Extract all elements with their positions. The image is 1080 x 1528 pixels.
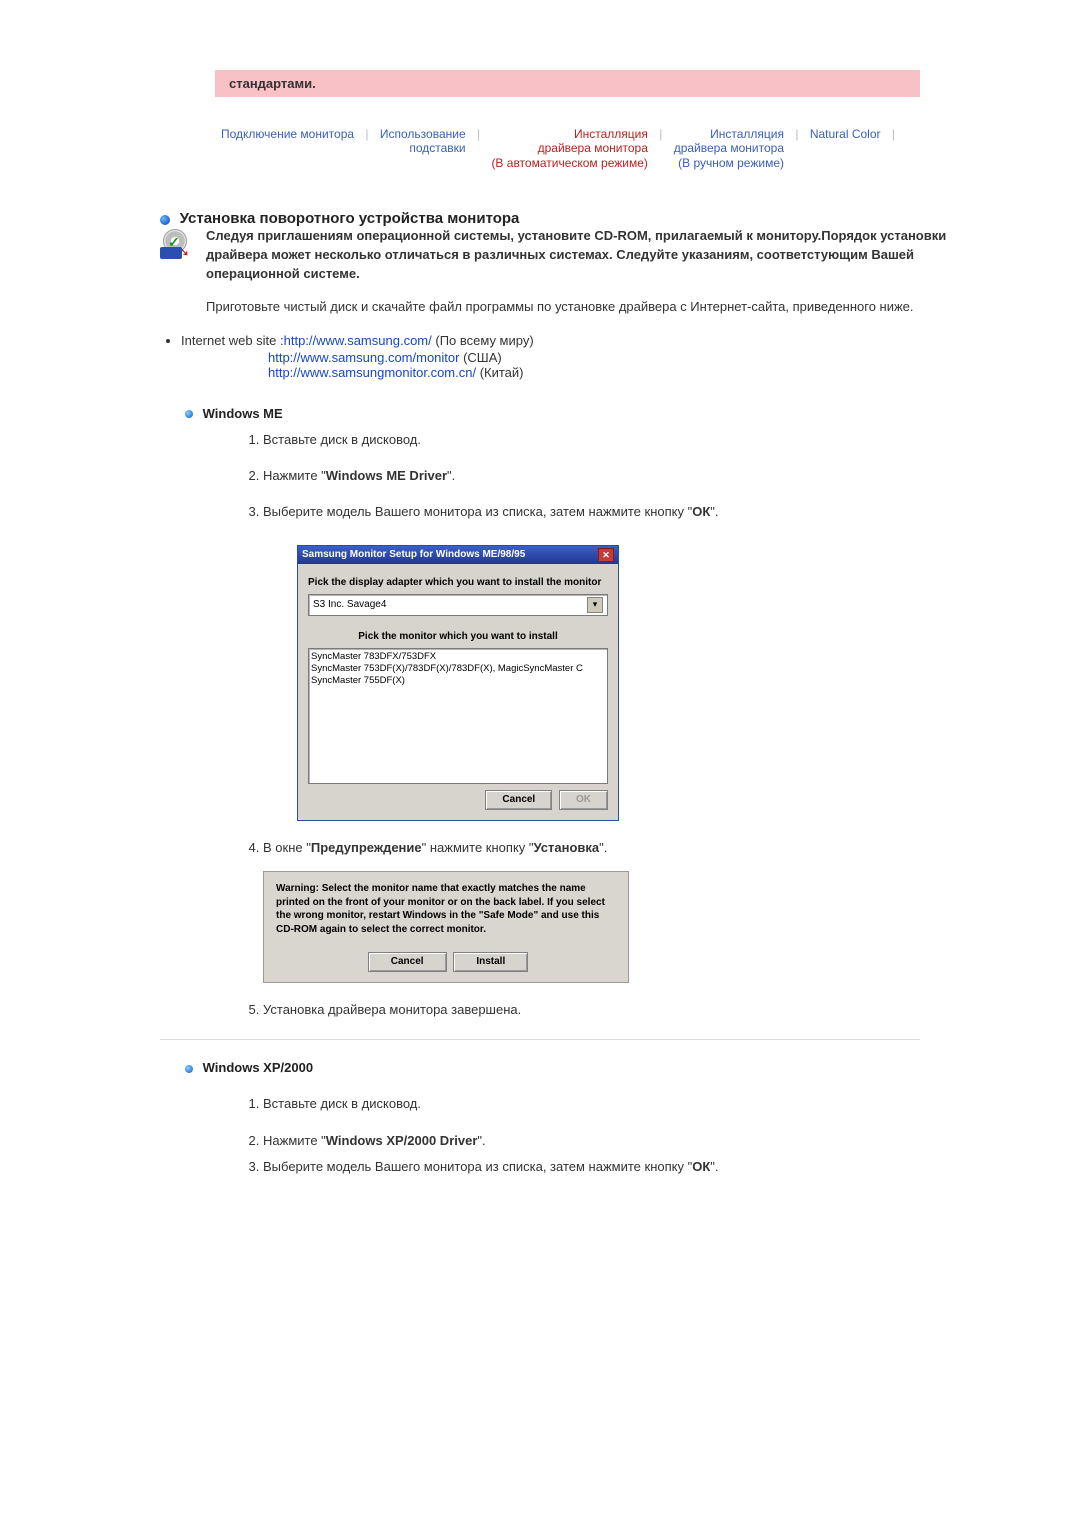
win-xp-steps: Вставьте диск в дисковод. Нажмите "Windo…	[235, 1095, 965, 1176]
tab-stand[interactable]: Использование подставки	[374, 127, 472, 156]
nav-sep: |	[475, 127, 482, 141]
install-icon-cell: ✓ ➘	[160, 227, 206, 316]
list-item: Выберите модель Вашего монитора из списк…	[263, 1158, 965, 1176]
win-me-steps: Вставьте диск в дисковод. Нажмите "Windo…	[235, 431, 965, 1020]
section-divider	[160, 1039, 920, 1040]
list-item: Вставьте диск в дисковод.	[263, 1095, 965, 1113]
monitor-listbox[interactable]: SyncMaster 783DFX/753DFX SyncMaster 753D…	[308, 648, 608, 784]
tab-nav: Подключение монитора | Использование под…	[115, 127, 1065, 170]
tab-install-manual[interactable]: Инсталляция драйвера монитора (В ручном …	[668, 127, 790, 170]
list-item[interactable]: SyncMaster 753DF(X)/783DF(X)/783DF(X), M…	[311, 663, 605, 675]
combo-value: S3 Inc. Savage4	[313, 598, 386, 612]
win-xp-heading: Windows XP/2000	[203, 1060, 313, 1075]
tab-sublabel: (В автоматическом режиме)	[491, 156, 647, 170]
url-prefix: Internet web site :	[181, 333, 284, 348]
url-line: http://www.samsung.com/monitor (США)	[268, 350, 502, 365]
url-suffix: (По всему миру)	[432, 333, 534, 348]
cancel-button[interactable]: Cancel	[485, 790, 552, 810]
tab-install-auto[interactable]: Инсталляция драйвера монитора (В автомат…	[485, 127, 653, 170]
url-link[interactable]: http://www.samsung.com/	[284, 333, 432, 348]
tab-natural-color[interactable]: Natural Color	[804, 127, 887, 141]
adapter-combo[interactable]: S3 Inc. Savage4 ▾	[308, 594, 608, 616]
tab-sublabel: драйвера монитора	[491, 141, 647, 155]
intro-bold: Следуя приглашениям операционной системы…	[206, 227, 965, 284]
intro-plain: Приготовьте чистый диск и скачайте файл …	[206, 298, 965, 317]
url-suffix: (Китай)	[476, 365, 523, 380]
list-item: Нажмите "Windows XP/2000 Driver".	[263, 1132, 965, 1150]
list-item: Выберите модель Вашего монитора из списк…	[263, 503, 965, 821]
tab-label: Использование	[380, 127, 466, 141]
chevron-down-icon[interactable]: ▾	[587, 597, 603, 613]
nav-sep: |	[363, 127, 370, 141]
cancel-button[interactable]: Cancel	[368, 952, 447, 972]
ok-button[interactable]: OK	[559, 790, 608, 810]
warning-text: Warning: Select the monitor name that ex…	[276, 882, 616, 936]
tab-label: Инсталляция	[574, 127, 648, 141]
list-item: В окне "Предупреждение" нажмите кнопку "…	[263, 839, 965, 983]
list-item[interactable]: SyncMaster 783DFX/753DFX	[311, 651, 605, 663]
monitor-label: Pick the monitor which you want to insta…	[308, 630, 608, 644]
list-item: Internet web site :http://www.samsung.co…	[181, 333, 965, 348]
nav-sep: |	[890, 127, 897, 141]
url-line: http://www.samsungmonitor.com.cn/ (Китай…	[268, 365, 524, 380]
document-page: стандартами. Подключение монитора | Испо…	[115, 0, 965, 1254]
tab-sublabel: (В ручном режиме)	[674, 156, 784, 170]
tab-label: Инсталляция	[710, 127, 784, 141]
tab-connect[interactable]: Подключение монитора	[215, 127, 360, 141]
bullet-icon	[160, 215, 170, 225]
section-title: Установка поворотного устройства монитор…	[180, 210, 520, 227]
url-list: Internet web site :http://www.samsung.co…	[115, 333, 965, 348]
top-banner: стандартами.	[215, 70, 920, 97]
nav-sep: |	[657, 127, 664, 141]
win-me-heading: Windows ME	[203, 406, 283, 421]
bullet-icon	[185, 1065, 193, 1073]
list-item: Нажмите "Windows ME Driver".	[263, 467, 965, 485]
url-link[interactable]: http://www.samsungmonitor.com.cn/	[268, 365, 476, 380]
nav-sep: |	[793, 127, 800, 141]
tab-sublabel: подставки	[380, 141, 466, 155]
install-disc-icon: ✓ ➘	[160, 229, 194, 259]
close-icon[interactable]: ✕	[598, 548, 614, 562]
list-item: Установка драйвера монитора завершена.	[263, 1001, 965, 1019]
window-title: Samsung Monitor Setup for Windows ME/98/…	[302, 548, 525, 562]
screenshot-warning-dialog: Warning: Select the monitor name that ex…	[263, 871, 629, 983]
tab-sublabel: драйвера монитора	[674, 141, 784, 155]
list-item: Вставьте диск в дисковод.	[263, 431, 965, 449]
section-heading-row: Установка поворотного устройства монитор…	[115, 210, 965, 227]
url-link[interactable]: http://www.samsung.com/monitor	[268, 350, 459, 365]
install-button[interactable]: Install	[453, 952, 528, 972]
list-item[interactable]: SyncMaster 755DF(X)	[311, 675, 605, 687]
bullet-icon	[185, 410, 193, 418]
url-suffix: (США)	[459, 350, 501, 365]
adapter-label: Pick the display adapter which you want …	[308, 576, 608, 590]
screenshot-setup-window: Samsung Monitor Setup for Windows ME/98/…	[297, 545, 619, 821]
